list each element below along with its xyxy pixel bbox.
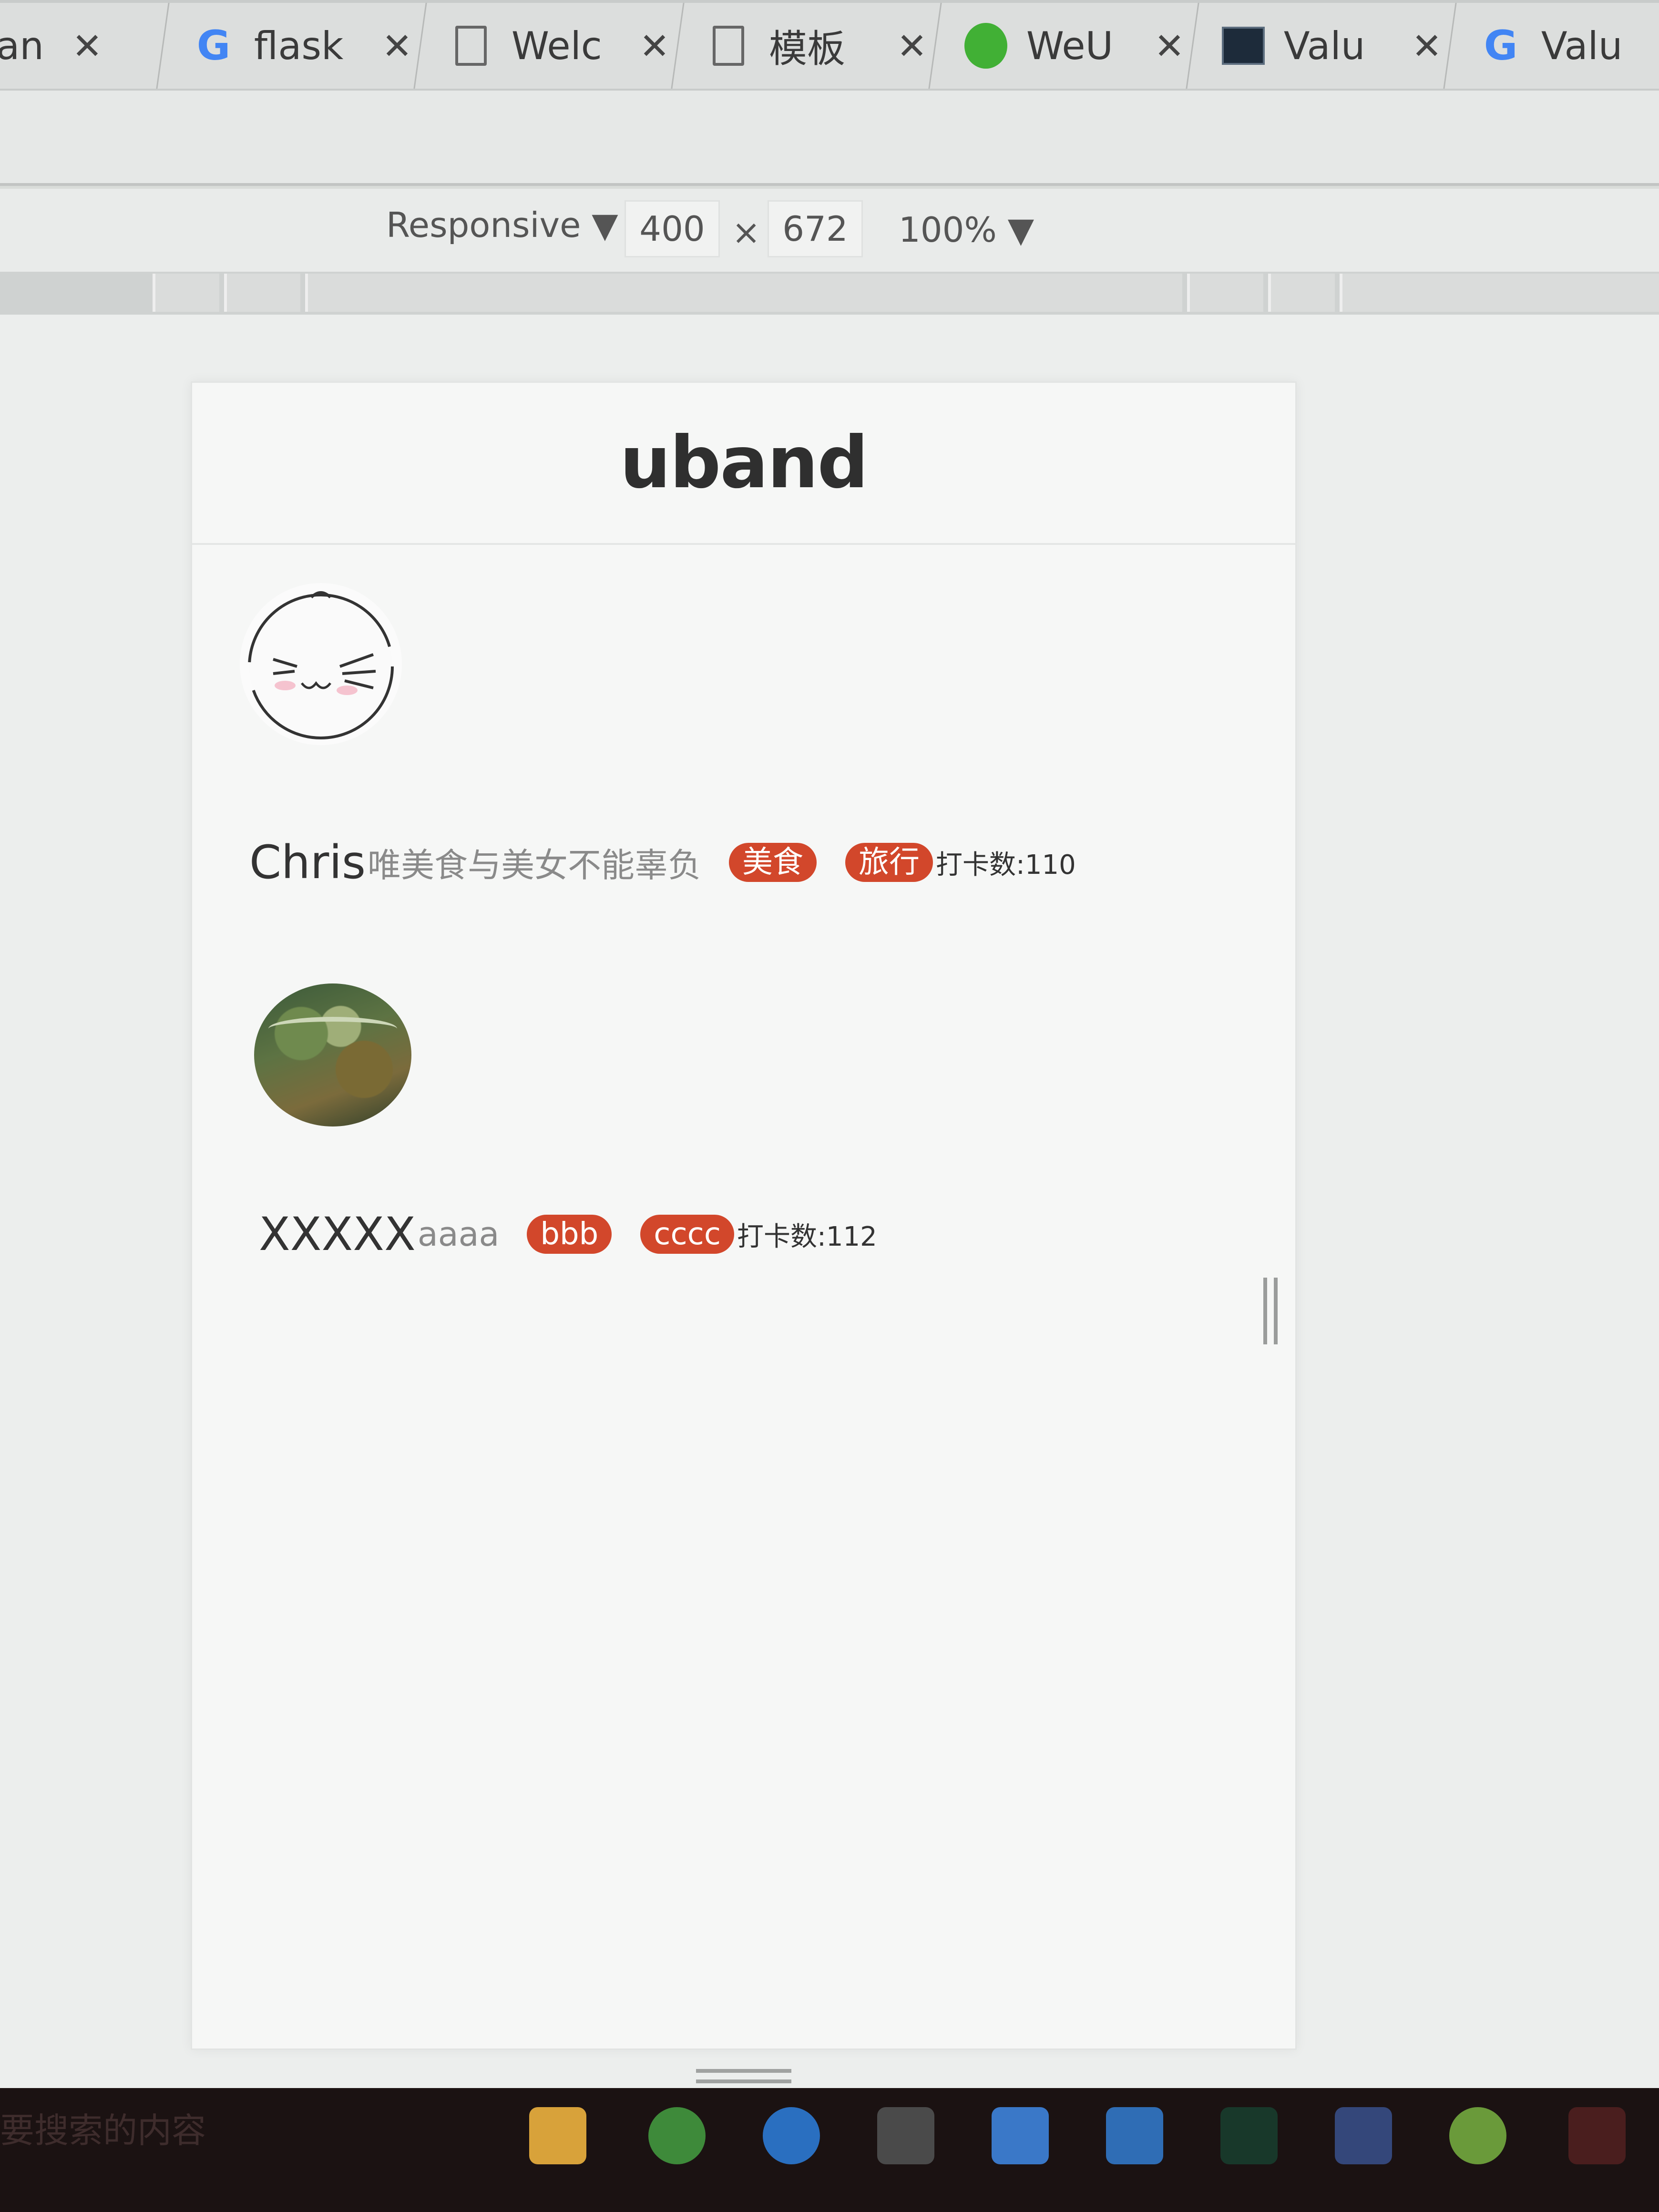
tab-title: WeU (1026, 23, 1114, 68)
bridge-photo-icon (268, 1017, 397, 1041)
chrome-icon[interactable] (648, 2107, 706, 2164)
cat-avatar-icon (248, 591, 394, 739)
tab-title: Valu (1284, 23, 1365, 68)
browser-tab[interactable]: WeU ✕ (928, 3, 1208, 89)
taskbar-search-box[interactable]: 要搜索的内容 (0, 2102, 206, 2152)
close-icon[interactable]: ✕ (1150, 25, 1188, 67)
close-icon[interactable]: ✕ (378, 25, 416, 67)
os-taskbar (0, 2088, 1659, 2212)
user-row[interactable]: XXXXX aaaa bbb cccc 打卡数:112 (259, 1208, 877, 1261)
emulated-page: uband Chris 唯美食与美女不能辜负 美食 旅行 打卡数:110 XXX… (191, 381, 1297, 2050)
avatar[interactable] (240, 583, 402, 745)
visual-studio-icon[interactable] (1335, 2107, 1392, 2164)
document-icon (450, 24, 492, 67)
pycharm-icon[interactable] (1220, 2107, 1278, 2164)
checkin-count: 打卡数:110 (936, 849, 1076, 881)
tag-badge: 旅行 (845, 842, 933, 882)
dimension-separator: × (732, 212, 761, 252)
browser-tab[interactable]: 模板 ✕ (671, 3, 950, 89)
tag-badge: 美食 (729, 842, 817, 882)
browser-tab[interactable]: G Valu (1443, 3, 1659, 89)
app-logo: uband (620, 421, 869, 504)
browser-app-icon[interactable] (763, 2107, 820, 2164)
terminal-icon (1222, 24, 1265, 67)
viewport-bottom-resize-handle[interactable] (696, 2069, 791, 2083)
tab-title: Valu (1541, 23, 1623, 68)
tab-title: Uban (0, 23, 44, 68)
tab-title: 模板 (769, 27, 845, 71)
avatar[interactable] (254, 983, 411, 1126)
viewport-resize-handle[interactable] (1263, 1278, 1278, 1344)
ruler-segment[interactable] (305, 274, 1182, 312)
page-header: uband (192, 383, 1295, 545)
user-name: Chris (249, 836, 366, 889)
user-name: XXXXX (259, 1208, 416, 1261)
zoom-dropdown[interactable]: 100% ▼ (899, 210, 1034, 250)
close-icon[interactable]: ✕ (68, 25, 106, 67)
document-icon (707, 24, 750, 67)
tab-title: flask (254, 23, 344, 68)
close-icon[interactable]: ✕ (893, 25, 931, 67)
checkin-count: 打卡数:112 (737, 1221, 877, 1252)
ruler-segment[interactable] (1268, 274, 1335, 312)
close-icon[interactable]: ✕ (635, 25, 674, 67)
notification-icon[interactable] (1568, 2107, 1626, 2164)
wechat-icon (964, 23, 1007, 69)
browser-tab[interactable]: Valu ✕ (1186, 3, 1465, 89)
tab-title: Welc (512, 23, 602, 68)
cloud-drive-icon[interactable] (1106, 2107, 1163, 2164)
mail-icon[interactable] (992, 2107, 1049, 2164)
ruler-segment[interactable] (224, 274, 300, 312)
tag-badge: cccc (640, 1214, 735, 1254)
tag-badge: bbb (527, 1214, 612, 1254)
responsive-dropdown[interactable]: Responsive ▼ (386, 205, 618, 245)
ruler-segment[interactable] (1187, 274, 1263, 312)
viewport-height-input[interactable]: 672 (768, 200, 863, 257)
store-icon[interactable] (877, 2107, 934, 2164)
file-explorer-icon[interactable] (529, 2107, 586, 2164)
ruler-segment[interactable] (1340, 274, 1659, 312)
google-icon: G (196, 22, 231, 70)
ruler-segment[interactable] (153, 274, 219, 312)
user-signature: aaaa (417, 1215, 500, 1254)
google-icon: G (1484, 22, 1518, 70)
browser-tab[interactable]: G flask ✕ (156, 3, 435, 89)
browser-tab[interactable]: Welc ✕ (413, 3, 693, 89)
wechat-icon[interactable] (1449, 2107, 1506, 2164)
address-bar[interactable] (0, 91, 1659, 186)
user-signature: 唯美食与美女不能辜负 (368, 845, 702, 885)
user-row[interactable]: Chris 唯美食与美女不能辜负 美食 旅行 打卡数:110 (249, 836, 1076, 889)
viewport-width-input[interactable]: 400 (625, 200, 720, 257)
close-icon[interactable]: ✕ (1408, 25, 1446, 67)
